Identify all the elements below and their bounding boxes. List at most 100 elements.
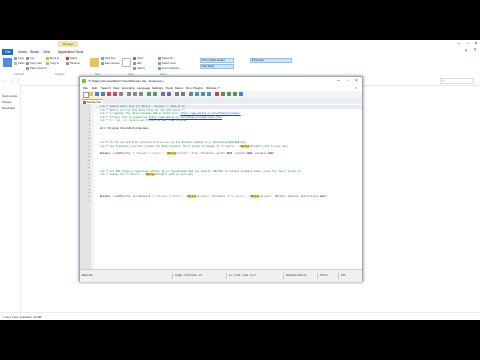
pin-icon[interactable] [3, 58, 12, 67]
open-file-icon[interactable] [89, 92, 93, 96]
status-insert-mode[interactable]: INS [338, 273, 345, 279]
cut-button[interactable]: Cut [26, 57, 34, 61]
nav-item-quick-access[interactable]: Quick access [2, 95, 17, 98]
close-icon[interactable]: × [472, 41, 480, 47]
scissors-icon [26, 57, 29, 60]
new-item-icon [101, 57, 104, 60]
delete-icon [66, 57, 69, 60]
status-position: Ln : 1 Col : 1 Sel : 0 | 0 [226, 273, 255, 279]
folder-move-icon [46, 57, 49, 60]
ribbon-field-1[interactable]: Pin to Quick access [200, 58, 234, 63]
move-to-button[interactable]: Move to [46, 57, 59, 61]
save-icon[interactable] [95, 92, 99, 96]
redo-icon[interactable] [153, 92, 157, 96]
npp-status-bar: Batch file length : 1,372 lines : 32 Ln … [80, 269, 362, 282]
npp-editor[interactable]: 1 rem ** Sample batch file for Martys - R… [80, 104, 362, 269]
close-all-icon[interactable] [113, 92, 117, 96]
paste-button[interactable]: Paste [14, 62, 25, 66]
open-button[interactable]: Open [133, 57, 143, 61]
taskbar [0, 320, 480, 360]
history-icon [133, 67, 136, 70]
zoom-out-icon[interactable] [181, 92, 185, 96]
find-icon[interactable] [161, 92, 165, 96]
shortcut-icon [26, 67, 29, 70]
maximize-icon[interactable]: ▫ [464, 41, 472, 47]
edit-icon [133, 62, 136, 65]
easy-access-button[interactable]: Easy access [101, 62, 120, 66]
history-button[interactable]: History [133, 67, 145, 71]
fold-margin [91, 104, 94, 269]
forward-arrow-icon[interactable]: → [10, 78, 15, 84]
copy-path-button[interactable]: Copy path [26, 62, 42, 66]
run-macro-icon[interactable] [233, 92, 237, 96]
up-arrow-icon[interactable]: ↑ [17, 78, 20, 84]
code-area[interactable]: 1 rem ** Sample batch file for Martys - R… [87, 105, 362, 269]
ribbon-collapse-icon[interactable]: ˄ [462, 48, 470, 54]
copy-to-button[interactable]: Copy to [46, 62, 59, 66]
screen: Manage – ▫ × File Home Share View Applic… [0, 0, 480, 360]
paste-shortcut-button[interactable]: Paste shortcut [26, 67, 47, 71]
invert-selection-button[interactable]: Invert selection [158, 67, 179, 71]
sync-scroll-icon[interactable] [189, 92, 193, 96]
invert-selection-icon [158, 67, 161, 70]
zoom-in-icon[interactable] [175, 92, 179, 96]
line-number: 27 [87, 198, 90, 202]
npp-window-title: *C:\Martys\Create\Batch Files\Reindex.ba… [88, 79, 165, 83]
replace-icon[interactable] [167, 92, 171, 96]
save-all-icon[interactable] [101, 92, 105, 96]
nav-item-desktop[interactable]: Desktop [2, 101, 12, 104]
explorer-status-text: 1 item 1 item selected 1.12 MB [3, 315, 42, 319]
paste-file-icon[interactable] [139, 92, 143, 96]
easy-access-icon [101, 62, 104, 65]
folder-copy-icon [46, 62, 49, 65]
ribbon-field-2[interactable]: New folder [200, 64, 234, 69]
new-folder-icon[interactable] [90, 58, 99, 67]
status-file-type: Batch file [82, 274, 93, 277]
copy-icon [14, 57, 17, 60]
search-box[interactable]: ⌕ [440, 78, 474, 84]
minimize-icon[interactable]: – [455, 41, 463, 47]
stop-macro-icon[interactable] [221, 92, 225, 96]
select-none-icon [158, 62, 161, 65]
npp-minimize-icon[interactable]: – [334, 77, 343, 85]
group-clipboard: Clipboard [14, 73, 25, 76]
status-encoding[interactable]: UTF-8 [317, 273, 327, 279]
new-item-button[interactable]: New item [101, 57, 116, 61]
nav-item-downloads[interactable]: Downloads [2, 107, 15, 110]
select-all-icon [158, 57, 161, 60]
copy-button[interactable]: Copy [14, 57, 24, 61]
copy-path-icon [26, 62, 29, 65]
word-wrap-icon[interactable] [195, 92, 199, 96]
npp-maximize-icon[interactable]: ▫ [343, 77, 352, 85]
ribbon-field-3[interactable]: Properties [250, 58, 292, 63]
npp-close-icon[interactable]: × [352, 77, 361, 85]
copy-file-icon[interactable] [133, 92, 137, 96]
paste-icon [14, 62, 17, 65]
save-macro-icon[interactable] [239, 92, 243, 96]
indent-guide-icon[interactable] [207, 92, 211, 96]
print-icon[interactable] [119, 92, 123, 96]
show-all-chars-icon[interactable] [201, 92, 205, 96]
delete-button[interactable]: Delete [66, 57, 78, 61]
close-file-icon[interactable] [107, 92, 111, 96]
edit-button[interactable]: Edit [133, 62, 141, 66]
select-all-button[interactable]: Select all [158, 57, 173, 61]
select-none-button[interactable]: Select none [158, 62, 176, 66]
explorer-navigation-pane: Quick access Desktop Downloads [0, 85, 21, 320]
back-arrow-icon[interactable]: ← [3, 78, 8, 84]
notepad-plus-plus-window: *C:\Martys\Create\Batch Files\Reindex.ba… [79, 76, 363, 282]
cut-icon[interactable] [127, 92, 131, 96]
code-line[interactable]: 27 [87, 199, 362, 203]
status-eol[interactable]: Windows (CR LF) [283, 273, 306, 279]
properties-icon[interactable] [122, 58, 131, 67]
search-icon: ⌕ [442, 78, 445, 83]
help-icon[interactable]: ? [471, 48, 479, 54]
rename-button[interactable]: Rename [66, 62, 80, 66]
record-macro-icon[interactable] [215, 92, 219, 96]
open-icon [133, 57, 136, 60]
play-macro-icon[interactable] [227, 92, 231, 96]
manage-context-tab[interactable]: Manage [58, 41, 78, 47]
explorer-titlebar: Manage – ▫ × [0, 40, 480, 48]
undo-icon[interactable] [147, 92, 151, 96]
status-length: length : 1,372 lines : 32 [172, 273, 202, 279]
